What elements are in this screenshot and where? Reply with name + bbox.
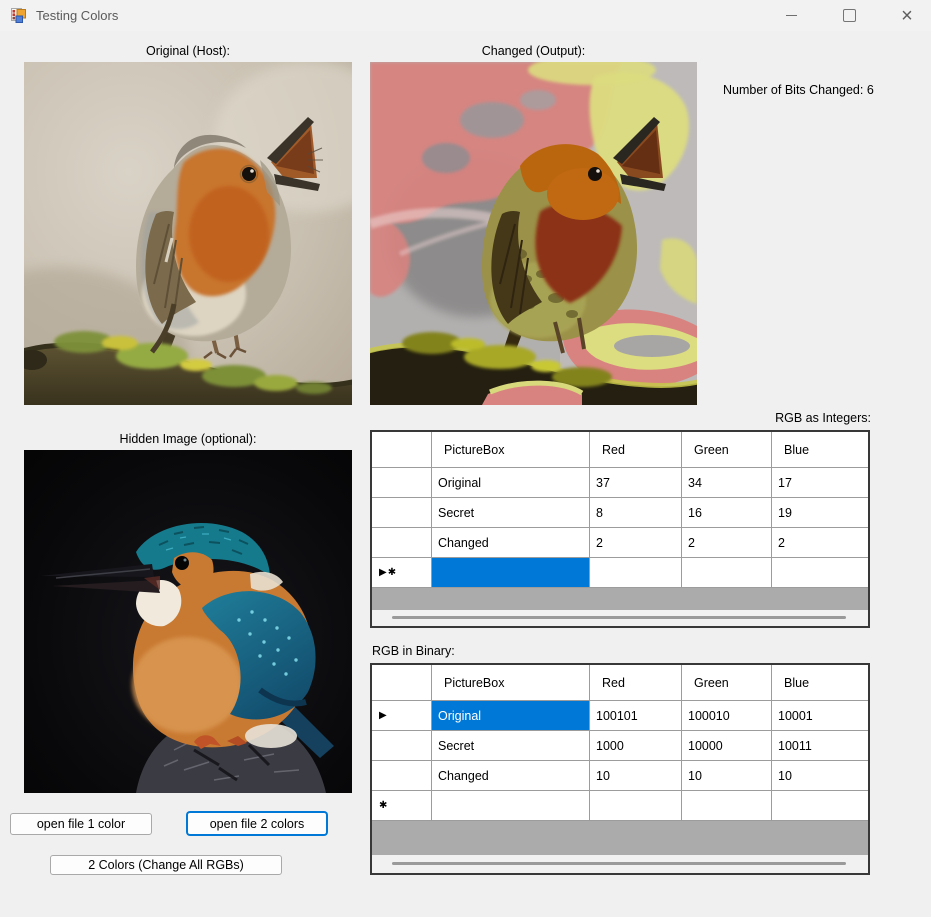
cell-blue[interactable]: 17 [772, 468, 868, 498]
cell-red[interactable] [590, 558, 682, 588]
close-icon: × [901, 4, 913, 27]
table-row: Changed 10 10 10 [372, 761, 868, 791]
cell-green[interactable]: 10000 [682, 731, 772, 761]
table-row-selected: ▶ Original 100101 100010 10001 [372, 701, 868, 731]
row-header[interactable] [372, 498, 432, 528]
window-title: Testing Colors [36, 8, 119, 23]
grid-background [372, 821, 868, 855]
cell-blue[interactable]: 10001 [772, 701, 868, 731]
new-row-pencil-icon: ▶✱ [379, 567, 398, 578]
cell-green[interactable]: 16 [682, 498, 772, 528]
open-file-2-colors-button[interactable]: open file 2 colors [187, 812, 327, 835]
cell-blue[interactable] [772, 558, 868, 588]
column-header-blue[interactable]: Blue [772, 665, 868, 701]
app-icon [11, 8, 26, 23]
robin-changed-illustration [370, 62, 697, 405]
cell-green[interactable] [682, 791, 772, 821]
minimize-icon [785, 15, 797, 16]
title-bar[interactable]: Testing Colors × [0, 0, 931, 31]
cell-red[interactable]: 10 [590, 761, 682, 791]
maximize-button[interactable] [826, 0, 872, 31]
corner-header-cell[interactable] [372, 432, 432, 468]
rgb-binary-label: RGB in Binary: [372, 644, 455, 658]
cell-picturebox[interactable]: Changed [432, 528, 590, 558]
table-new-row: ✱ [372, 791, 868, 821]
horizontal-scrollbar[interactable] [372, 855, 868, 873]
maximize-icon [842, 9, 856, 22]
minimize-button[interactable] [768, 0, 814, 31]
current-row-header[interactable]: ▶ [372, 701, 432, 731]
corner-header-cell[interactable] [372, 665, 432, 701]
rgb-integers-table: PictureBox Red Green Blue Original 37 34… [370, 430, 870, 628]
table-row: Secret 8 16 19 [372, 498, 868, 528]
column-header-picturebox[interactable]: PictureBox [432, 432, 590, 468]
cell-green[interactable]: 34 [682, 468, 772, 498]
scrollbar-thumb[interactable] [392, 616, 846, 619]
table-row: Original 37 34 17 [372, 468, 868, 498]
close-button[interactable]: × [884, 0, 930, 31]
cell-green[interactable] [682, 558, 772, 588]
bits-changed-label: Number of Bits Changed: 6 [723, 83, 874, 97]
cell-red[interactable]: 1000 [590, 731, 682, 761]
changed-output-label: Changed (Output): [481, 44, 586, 58]
changed-picturebox [370, 62, 697, 405]
new-row-header[interactable]: ✱ [372, 791, 432, 821]
cell-blue[interactable]: 10011 [772, 731, 868, 761]
row-header[interactable] [372, 528, 432, 558]
column-header-green[interactable]: Green [682, 665, 772, 701]
cell-blue[interactable]: 10 [772, 761, 868, 791]
original-picturebox [24, 62, 352, 405]
row-header[interactable] [372, 761, 432, 791]
column-header-red[interactable]: Red [590, 432, 682, 468]
cell-green[interactable]: 2 [682, 528, 772, 558]
original-host-label: Original (Host): [145, 44, 231, 58]
cell-red[interactable]: 100101 [590, 701, 682, 731]
column-header-picturebox[interactable]: PictureBox [432, 665, 590, 701]
column-header-blue[interactable]: Blue [772, 432, 868, 468]
open-file-1-color-button[interactable]: open file 1 color [10, 813, 152, 835]
new-row-header[interactable]: ▶✱ [372, 558, 432, 588]
selected-cell[interactable] [432, 558, 590, 588]
cell-red[interactable] [590, 791, 682, 821]
change-all-rgbs-button[interactable]: 2 Colors (Change All RGBs) [50, 855, 282, 875]
cell-blue[interactable] [772, 791, 868, 821]
current-row-arrow-icon: ▶ [379, 710, 388, 721]
cell-red[interactable]: 37 [590, 468, 682, 498]
column-header-green[interactable]: Green [682, 432, 772, 468]
testing-colors-window: Testing Colors × Original (Host): Change… [0, 0, 931, 917]
table-header-row: PictureBox Red Green Blue [372, 665, 868, 701]
rgb-integers-label: RGB as Integers: [775, 411, 871, 425]
table-row: Secret 1000 10000 10011 [372, 731, 868, 761]
scrollbar-thumb[interactable] [392, 862, 846, 865]
row-header[interactable] [372, 731, 432, 761]
table-header-row: PictureBox Red Green Blue [372, 432, 868, 468]
hidden-picturebox [24, 450, 352, 793]
cell-green[interactable]: 100010 [682, 701, 772, 731]
robin-original-illustration [24, 62, 352, 405]
selected-cell-picturebox[interactable]: Original [432, 701, 590, 731]
grid-background [372, 588, 868, 610]
table-row: Changed 2 2 2 [372, 528, 868, 558]
cell-red[interactable]: 2 [590, 528, 682, 558]
cell-picturebox[interactable] [432, 791, 590, 821]
cell-blue[interactable]: 2 [772, 528, 868, 558]
row-header[interactable] [372, 468, 432, 498]
table-new-row: ▶✱ [372, 558, 868, 588]
rgb-binary-table: PictureBox Red Green Blue ▶ Original 100… [370, 663, 870, 875]
kingfisher-illustration [24, 450, 352, 793]
cell-red[interactable]: 8 [590, 498, 682, 528]
cell-picturebox[interactable]: Changed [432, 761, 590, 791]
cell-picturebox[interactable]: Original [432, 468, 590, 498]
hidden-image-label: Hidden Image (optional): [119, 432, 257, 446]
cell-green[interactable]: 10 [682, 761, 772, 791]
cell-picturebox[interactable]: Secret [432, 498, 590, 528]
cell-blue[interactable]: 19 [772, 498, 868, 528]
column-header-red[interactable]: Red [590, 665, 682, 701]
new-row-star-icon: ✱ [379, 800, 389, 811]
horizontal-scrollbar[interactable] [372, 610, 868, 626]
cell-picturebox[interactable]: Secret [432, 731, 590, 761]
